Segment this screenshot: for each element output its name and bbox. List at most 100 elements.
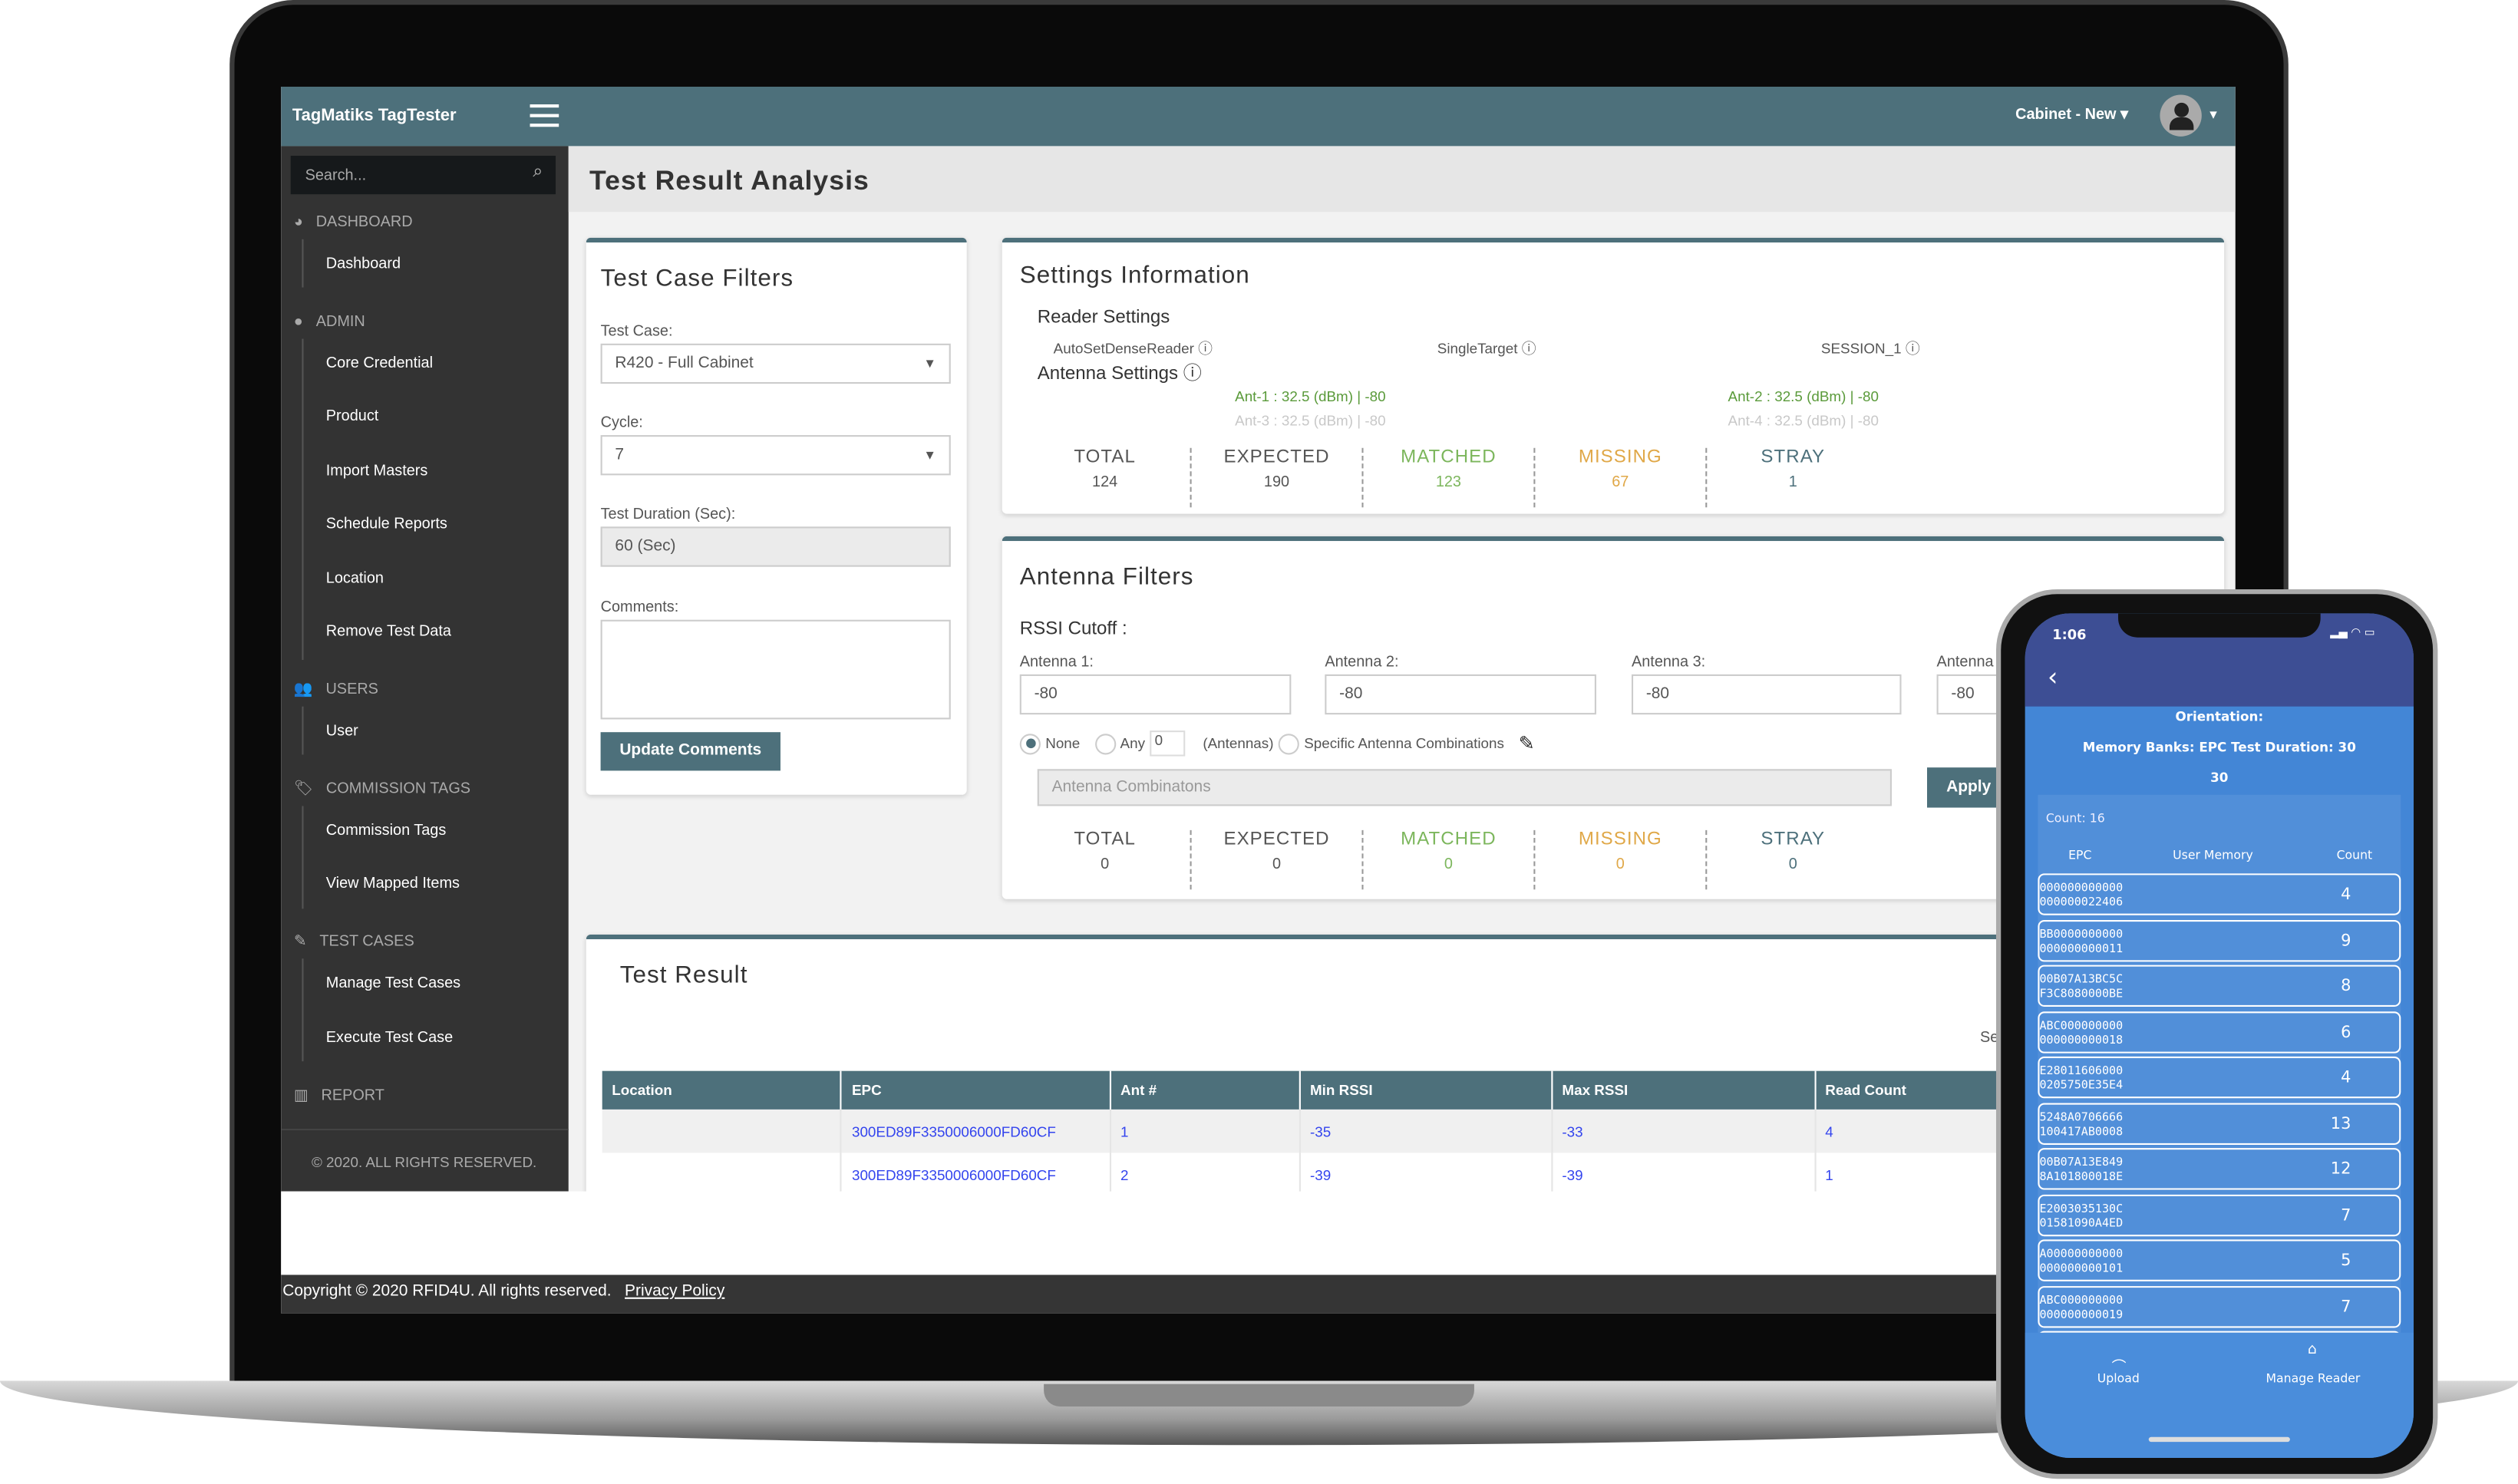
- reader-gun-icon: ⌂: [2307, 1342, 2317, 1359]
- content-bottom: [281, 1191, 2236, 1275]
- phone-list-item[interactable]: ABC000000000 000000000019 7: [2038, 1285, 2401, 1327]
- sidebar-item-commission-tags[interactable]: Commission Tags: [326, 822, 447, 839]
- phone-read-count: 4: [2341, 1069, 2351, 1087]
- laptop-notch: [1044, 1383, 1474, 1407]
- cabinet-dropdown[interactable]: Cabinet - New ▾: [2015, 106, 2128, 124]
- rssi-cutoff-label: RSSI Cutoff :: [1019, 619, 1127, 639]
- phone-list-item[interactable]: E2003035130C 01581090A4ED 7: [2038, 1193, 2401, 1236]
- antenna-2-input[interactable]: -80: [1325, 674, 1596, 715]
- phone-read-count: 9: [2341, 932, 2351, 950]
- reader-settings-title: Reader Settings: [1037, 308, 1170, 328]
- manage-reader-tab[interactable]: Manage Reader: [2266, 1371, 2361, 1386]
- phone-list-item[interactable]: BB0000000000 000000000011 9: [2038, 918, 2401, 961]
- column-header[interactable]: Min RSSI: [1299, 1070, 1553, 1110]
- phone-col-epc: EPC: [2068, 847, 2092, 862]
- chevron-down-icon[interactable]: ▾: [2209, 106, 2216, 124]
- phone-orientation: Orientation:: [2175, 709, 2264, 724]
- phone-list-item[interactable]: 000000000000 000000022406 4: [2038, 873, 2401, 915]
- radio-specific[interactable]: [1278, 733, 1299, 754]
- info-icon[interactable]: ⓘ: [1906, 341, 1920, 357]
- update-comments-button[interactable]: Update Comments: [600, 732, 780, 771]
- antenna-combinations-input[interactable]: Antenna Combinatons: [1037, 769, 1892, 806]
- stat-stray: STRAY 0: [1761, 829, 1826, 874]
- info-icon[interactable]: ⓘ: [1522, 341, 1536, 357]
- sidebar-item-user[interactable]: User: [326, 723, 358, 740]
- phone-epc: ABC000000000 000000000019: [2039, 1291, 2124, 1321]
- table-cell: -39: [1299, 1153, 1553, 1196]
- app-title: TagMatiks TagTester: [292, 106, 457, 126]
- column-header[interactable]: Max RSSI: [1551, 1070, 1816, 1110]
- stat-missing: MISSING 67: [1535, 447, 1708, 508]
- test-case-value: R420 - Full Cabinet: [615, 355, 754, 373]
- sidebar-item-schedule-reports[interactable]: Schedule Reports: [326, 516, 447, 533]
- column-header[interactable]: Ant #: [1110, 1070, 1301, 1110]
- comments-label: Comments:: [600, 599, 679, 617]
- edit-icon[interactable]: ✎: [1519, 732, 1535, 754]
- radio-any[interactable]: [1094, 733, 1116, 754]
- column-header[interactable]: Location: [602, 1070, 843, 1110]
- antenna-3-input[interactable]: -80: [1631, 674, 1902, 715]
- stat-matched: MATCHED 123: [1364, 447, 1536, 508]
- info-icon[interactable]: ⓘ: [1183, 364, 1202, 384]
- sidebar-item-import-masters[interactable]: Import Masters: [326, 463, 428, 480]
- sidebar-item-manage-test-cases[interactable]: Manage Test Cases: [326, 974, 460, 992]
- table-cell[interactable]: 300ED89F3350006000FD60CF: [841, 1109, 1111, 1153]
- table-cell: 1: [1110, 1109, 1301, 1153]
- phone-list-item[interactable]: ABC000000000 000000000018 6: [2038, 1011, 2401, 1053]
- sidebar-item-execute-test-case[interactable]: Execute Test Case: [326, 1029, 453, 1047]
- status-icons: ▂▄ ◠ ▭: [2330, 626, 2375, 639]
- sidebar-item-view-mapped-items[interactable]: View Mapped Items: [326, 875, 460, 892]
- wifi-upload-icon: ︵: [2111, 1350, 2127, 1367]
- sidebar-item-dashboard[interactable]: Dashboard: [326, 256, 401, 273]
- section-report[interactable]: ▥ REPORT: [294, 1087, 384, 1105]
- phone-list-item[interactable]: A00000000000 000000000101 5: [2038, 1239, 2401, 1281]
- upload-tab[interactable]: Upload: [2097, 1371, 2140, 1386]
- antenna-1-input[interactable]: -80: [1019, 674, 1292, 715]
- stat-missing: MISSING 0: [1535, 829, 1708, 890]
- cycle-select[interactable]: 7 ▼: [600, 435, 951, 476]
- avatar[interactable]: [2160, 94, 2202, 137]
- phone-mockup: 1:06 ▂▄ ◠ ▭ ‹ Orientation: Memory Banks:…: [1995, 589, 2438, 1479]
- privacy-policy-link[interactable]: Privacy Policy: [625, 1283, 724, 1301]
- radio-none[interactable]: [1019, 733, 1041, 754]
- card-title: Antenna Filters: [1019, 563, 1194, 592]
- table-cell: -39: [1551, 1153, 1816, 1196]
- sidebar-item-core-credential[interactable]: Core Credential: [326, 355, 433, 372]
- any-count-input[interactable]: 0: [1150, 730, 1186, 757]
- table-row[interactable]: 300ED89F3350006000FD60CF1-35-334Stray: [602, 1109, 2225, 1153]
- antennas-suffix: (Antennas): [1203, 735, 1274, 752]
- search-icon[interactable]: ⌕: [533, 162, 543, 183]
- table-row[interactable]: 300ED89F3350006000FD60CF2-39-391Stray: [602, 1153, 2225, 1196]
- phone-list-item[interactable]: 5248A0706666 100417AB0008 13: [2038, 1102, 2401, 1144]
- duration-label: Test Duration (Sec):: [600, 506, 736, 524]
- antenna-setting-3: Ant-3 : 32.5 (dBm) | -80: [1235, 412, 1386, 429]
- comments-textarea[interactable]: [600, 619, 951, 720]
- sidebar: Search... ⌕ ◕ DASHBOARD Dashboard ● ADMIN …: [281, 146, 569, 1192]
- info-icon[interactable]: ⓘ: [1198, 341, 1213, 357]
- antenna-4-label: Antenna: [1936, 653, 1994, 671]
- stat-expected: EXPECTED 190: [1192, 447, 1364, 508]
- tags-icon: 🏷: [293, 780, 314, 798]
- section-label: ADMIN: [315, 313, 365, 331]
- stat-matched: MATCHED 0: [1364, 829, 1536, 890]
- table-cell[interactable]: 300ED89F3350006000FD60CF: [841, 1153, 1111, 1196]
- sidebar-item-location[interactable]: Location: [326, 570, 384, 588]
- test-case-select[interactable]: R420 - Full Cabinet ▼: [600, 343, 951, 384]
- phone-list-item[interactable]: E28011606000 0205750E35E4 4: [2038, 1056, 2401, 1099]
- phone-list-item[interactable]: 00B07A13BC5C F3C8080000BE 8: [2038, 965, 2401, 1007]
- cabinet-label: Cabinet - New: [2015, 106, 2117, 124]
- reader-setting-item: SingleTarget ⓘ: [1437, 337, 1536, 358]
- page-footer: Copyright © 2020 RFID4U. All rights rese…: [281, 1275, 2236, 1314]
- section-label: DASHBOARD: [315, 213, 413, 232]
- section-label: REPORT: [321, 1087, 384, 1105]
- sidebar-item-product[interactable]: Product: [326, 407, 379, 425]
- table-cell: [602, 1109, 843, 1153]
- sidebar-item-remove-test-data[interactable]: Remove Test Data: [326, 623, 451, 641]
- phone-list-item[interactable]: 00B07A13E849 8A101800018E 12: [2038, 1148, 2401, 1190]
- phone-epc: E2003035130C 01581090A4ED: [2039, 1200, 2124, 1229]
- column-header[interactable]: EPC: [841, 1070, 1111, 1110]
- back-icon[interactable]: ‹: [2048, 661, 2058, 692]
- phone-epc: 00B07A13E849 8A101800018E: [2039, 1154, 2124, 1184]
- sidebar-search-input[interactable]: Search... ⌕: [290, 155, 556, 195]
- hamburger-menu-icon[interactable]: [530, 104, 559, 127]
